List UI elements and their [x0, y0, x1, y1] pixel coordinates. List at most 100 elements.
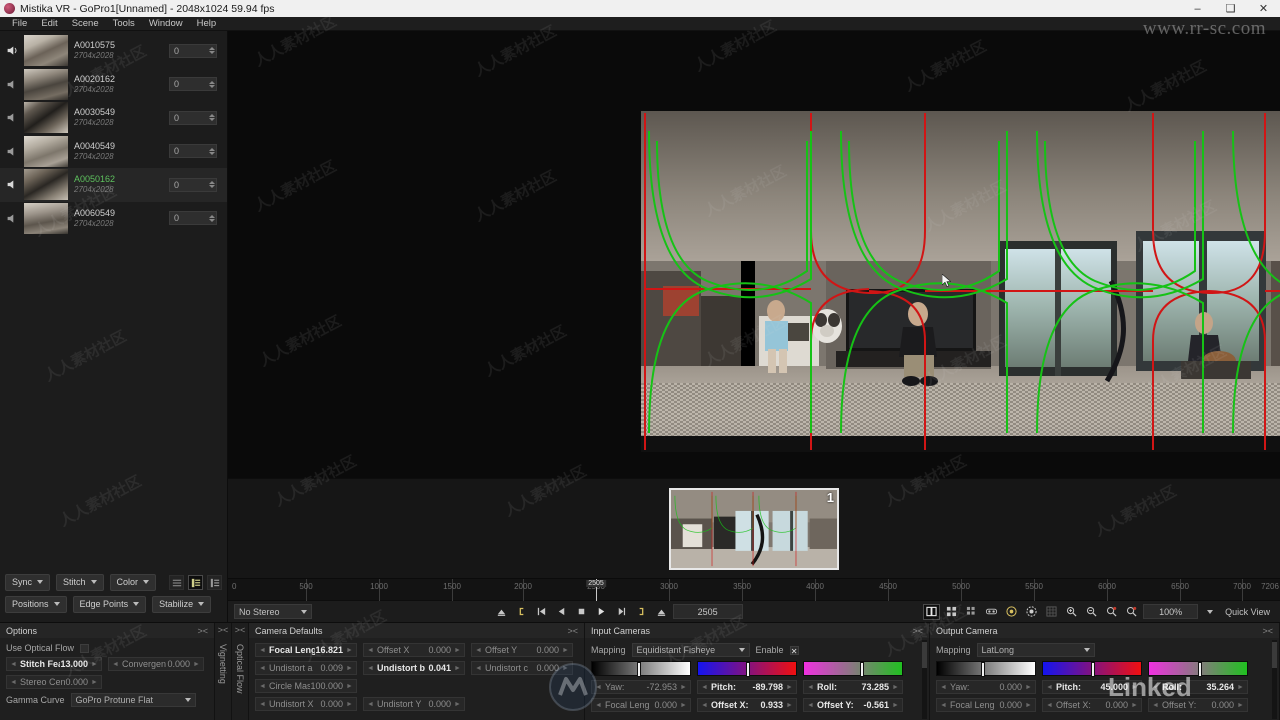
- pitch-slider[interactable]: [1042, 661, 1142, 677]
- stepper-arrows[interactable]: [207, 147, 216, 155]
- circle-mask-field[interactable]: ◄ Circle Mask 100.000 ►: [255, 679, 357, 693]
- list-item[interactable]: A0030549 2704x2028 0: [0, 101, 227, 135]
- panel-scrollbar[interactable]: [1272, 640, 1277, 719]
- decrement-arrow[interactable]: ◄: [259, 647, 266, 654]
- speaker-muted-icon[interactable]: [0, 145, 24, 158]
- input-mapping-select[interactable]: Equidistant Fisheye: [631, 643, 750, 657]
- clip-thumbnail[interactable]: [24, 135, 68, 167]
- increment-arrow[interactable]: ►: [91, 661, 98, 668]
- zoom-level-value[interactable]: 100%: [1143, 604, 1199, 619]
- clip-offset-stepper[interactable]: 0: [169, 144, 217, 159]
- decrement-arrow[interactable]: ◄: [807, 702, 814, 709]
- maximize-button[interactable]: ❑: [1214, 0, 1247, 17]
- panorama-preview[interactable]: [641, 111, 1280, 452]
- decrement-arrow[interactable]: ◄: [475, 647, 482, 654]
- decrement-arrow[interactable]: ◄: [1046, 702, 1053, 709]
- roll-slider[interactable]: [803, 661, 903, 677]
- set-in-marker-button[interactable]: [493, 604, 510, 620]
- frame-counter[interactable]: 2505: [672, 604, 743, 619]
- zoom-out-icon[interactable]: [1083, 604, 1100, 620]
- decrement-arrow[interactable]: ◄: [112, 661, 119, 668]
- decrement-arrow[interactable]: ◄: [259, 665, 266, 672]
- undistort-b-field[interactable]: ◄ Undistort b 0.041 ►: [363, 661, 465, 675]
- output-yaw-field[interactable]: ◄ Yaw: 0.000 ►: [936, 680, 1036, 694]
- decrement-arrow[interactable]: ◄: [701, 684, 708, 691]
- grid-overlay-icon[interactable]: [1043, 604, 1060, 620]
- collapse-icon[interactable]: ><: [1262, 626, 1273, 636]
- clip-thumbnail[interactable]: [24, 68, 68, 100]
- menu-file[interactable]: File: [5, 17, 34, 31]
- increment-arrow[interactable]: ►: [346, 665, 353, 672]
- output-pitch-field[interactable]: ◄ Pitch: 45.000 ►: [1042, 680, 1142, 694]
- decrement-arrow[interactable]: ◄: [259, 701, 266, 708]
- increment-arrow[interactable]: ►: [1131, 702, 1138, 709]
- increment-arrow[interactable]: ►: [454, 665, 461, 672]
- tab-optical-flow[interactable]: >< Optical Flow: [232, 623, 249, 720]
- clip-offset-stepper[interactable]: 0: [169, 211, 217, 226]
- menu-help[interactable]: Help: [190, 17, 224, 31]
- slider-knob[interactable]: [981, 662, 986, 677]
- zoom-fit-icon[interactable]: [1123, 604, 1140, 620]
- stitch-feather-field[interactable]: ◄ Stitch Featl 13.000 ►: [6, 657, 102, 671]
- decrement-arrow[interactable]: ◄: [475, 665, 482, 672]
- stepper-arrows[interactable]: [207, 214, 216, 222]
- list-detail-icon[interactable]: [188, 575, 203, 590]
- increment-arrow[interactable]: ►: [786, 702, 793, 709]
- decrement-arrow[interactable]: ◄: [940, 684, 947, 691]
- decrement-arrow[interactable]: ◄: [367, 665, 374, 672]
- decrement-arrow[interactable]: ◄: [10, 679, 17, 686]
- clip-offset-stepper[interactable]: 0: [169, 110, 217, 125]
- increment-arrow[interactable]: ►: [346, 683, 353, 690]
- list-tree-icon[interactable]: [207, 575, 222, 590]
- decrement-arrow[interactable]: ◄: [701, 702, 708, 709]
- list-item[interactable]: A0060549 2704x2028 0: [0, 202, 227, 236]
- edge-points-button[interactable]: Edge Points: [72, 596, 147, 613]
- increment-arrow[interactable]: ►: [1237, 684, 1244, 691]
- decrement-arrow[interactable]: ◄: [595, 702, 602, 709]
- increment-arrow[interactable]: ►: [346, 701, 353, 708]
- collapse-icon[interactable]: ><: [197, 626, 208, 636]
- offset-y-field[interactable]: ◄ Offset Y 0.000 ►: [471, 643, 573, 657]
- increment-arrow[interactable]: ►: [786, 684, 793, 691]
- collapse-icon[interactable]: ><: [218, 625, 229, 635]
- menu-scene[interactable]: Scene: [65, 17, 106, 31]
- output-focal-length-field[interactable]: ◄ Focal Leng 0.000 ►: [936, 698, 1036, 712]
- list-item[interactable]: A0010575 2704x2028 0: [0, 34, 227, 68]
- increment-arrow[interactable]: ►: [91, 679, 98, 686]
- decrement-arrow[interactable]: ◄: [1046, 684, 1053, 691]
- jump-end-button[interactable]: [653, 604, 670, 620]
- stepper-arrows[interactable]: [207, 80, 216, 88]
- increment-arrow[interactable]: ►: [1025, 702, 1032, 709]
- undistort-c-field[interactable]: ◄ Undistort c 0.000 ►: [471, 661, 573, 675]
- timeline-ruler[interactable]: 0 500 1000 1500 2000 2500 3000 3500 4000…: [228, 578, 1280, 601]
- multi-view-icon[interactable]: [963, 604, 980, 620]
- clip-offset-stepper[interactable]: 0: [169, 77, 217, 92]
- list-item-selected[interactable]: A0050162 2704x2028 0: [0, 168, 227, 202]
- input-offset-y-field[interactable]: ◄ Offset Y: -0.561 ►: [803, 698, 903, 712]
- input-offset-x-field[interactable]: ◄ Offset X: 0.933 ►: [697, 698, 797, 712]
- single-view-icon[interactable]: [923, 603, 941, 620]
- input-pitch-field[interactable]: ◄ Pitch: -89.798 ►: [697, 680, 797, 694]
- sphere-view-icon[interactable]: [1023, 604, 1040, 620]
- decrement-arrow[interactable]: ◄: [259, 683, 266, 690]
- decrement-arrow[interactable]: ◄: [807, 684, 814, 691]
- gamma-curve-select[interactable]: GoPro Protune Flat: [70, 693, 196, 707]
- speaker-muted-icon[interactable]: [0, 212, 24, 225]
- increment-arrow[interactable]: ►: [680, 702, 687, 709]
- mark-out-button[interactable]: [633, 604, 650, 620]
- speaker-icon[interactable]: [0, 44, 24, 57]
- stereo-center-field[interactable]: ◄ Stereo Cen 0.000 ►: [6, 675, 102, 689]
- scrollbar-thumb[interactable]: [922, 642, 927, 668]
- clip-thumbnail[interactable]: [24, 35, 68, 67]
- stitch-button[interactable]: Stitch: [56, 574, 104, 591]
- collapse-icon[interactable]: ><: [235, 625, 246, 635]
- output-offset-y-field[interactable]: ◄ Offset Y: 0.000 ►: [1148, 698, 1248, 712]
- stop-button[interactable]: [573, 604, 590, 620]
- decrement-arrow[interactable]: ◄: [940, 702, 947, 709]
- increment-arrow[interactable]: ►: [562, 647, 569, 654]
- quad-view-icon[interactable]: [943, 604, 960, 620]
- increment-arrow[interactable]: ►: [1025, 684, 1032, 691]
- play-button[interactable]: [593, 604, 610, 620]
- clip-offset-stepper[interactable]: 0: [169, 177, 217, 192]
- pitch-slider[interactable]: [697, 661, 797, 677]
